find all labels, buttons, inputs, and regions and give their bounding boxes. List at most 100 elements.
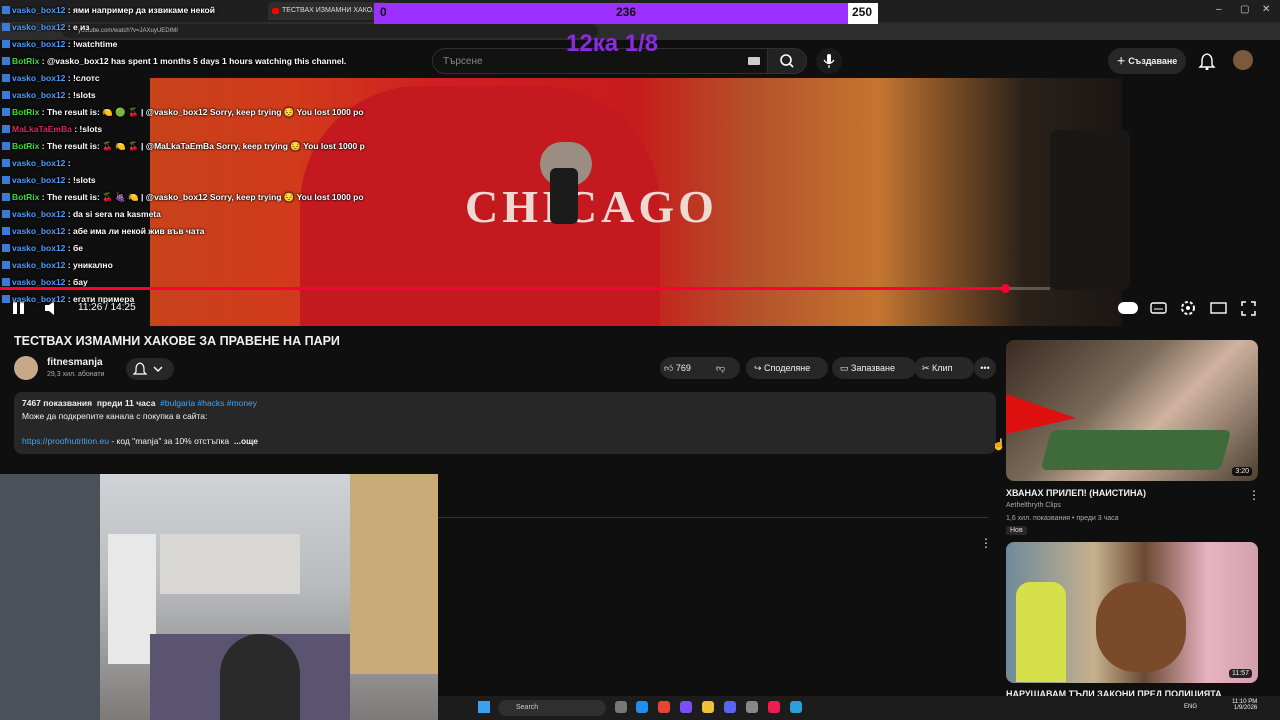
browser-tab-youtube[interactable]: ТЕСТВАХ ИЗМАМНИ ХАКО... bbox=[268, 2, 388, 20]
chat-username[interactable]: vasko_box12 bbox=[12, 158, 65, 168]
chat-badge-icon bbox=[2, 23, 10, 31]
video-duration: 11:57 bbox=[1229, 669, 1252, 678]
chat-username[interactable]: vasko_box12 bbox=[12, 226, 65, 236]
chat-username[interactable]: MaLkaTaEmBa bbox=[12, 124, 72, 134]
new-badge: Нов bbox=[1006, 526, 1027, 535]
chat-badge-icon bbox=[2, 142, 10, 150]
chat-message: vasko_box12 : !слотс bbox=[2, 72, 100, 84]
chat-separator: : bbox=[65, 226, 73, 236]
chat-username[interactable]: vasko_box12 bbox=[12, 175, 65, 185]
recommended-title[interactable]: ХВАНАХ ПРИЛЕП! (НАИСТИНА) bbox=[1006, 488, 1146, 498]
chat-username[interactable]: vasko_box12 bbox=[12, 22, 65, 32]
share-button[interactable]: ↪ Споделяне bbox=[746, 357, 828, 379]
chat-username[interactable]: vasko_box12 bbox=[12, 90, 65, 100]
chat-badge-icon bbox=[2, 91, 10, 99]
chat-username[interactable]: vasko_box12 bbox=[12, 277, 65, 287]
chat-username[interactable]: vasko_box12 bbox=[12, 209, 65, 219]
maximize-icon[interactable]: ▢ bbox=[1240, 4, 1249, 15]
subtitles-icon[interactable] bbox=[1150, 300, 1168, 316]
video-frame-chair bbox=[1050, 130, 1130, 290]
subscription-bell-button[interactable] bbox=[126, 358, 174, 380]
recommended-thumbnail[interactable]: 11:57 bbox=[1006, 542, 1258, 683]
chat-username[interactable]: vasko_box12 bbox=[12, 73, 65, 83]
chat-text: !slots bbox=[72, 175, 96, 185]
chat-username[interactable]: BotRix bbox=[12, 141, 39, 151]
chat-separator: : bbox=[39, 141, 47, 151]
task-view-icon[interactable] bbox=[615, 701, 627, 713]
chat-username[interactable]: BotRix bbox=[12, 192, 39, 202]
chat-separator: : bbox=[65, 5, 73, 15]
voice-search-button[interactable] bbox=[816, 48, 842, 74]
chat-username[interactable]: vasko_box12 bbox=[12, 260, 65, 270]
channel-name[interactable]: fitnesmanja bbox=[47, 357, 103, 368]
account-avatar[interactable] bbox=[1233, 50, 1253, 70]
settings-gear-icon[interactable] bbox=[1180, 300, 1198, 316]
chat-text: бау bbox=[72, 277, 88, 287]
bookmark-icon: ▭ bbox=[840, 363, 852, 373]
chat-username[interactable]: vasko_box12 bbox=[12, 5, 65, 15]
chat-username[interactable]: vasko_box12 bbox=[12, 39, 65, 49]
chat-badge-icon bbox=[2, 74, 10, 82]
chat-separator: : bbox=[65, 73, 73, 83]
chat-message: MaLkaTaEmBa : !slots bbox=[2, 123, 102, 135]
youtube-favicon-icon bbox=[272, 8, 279, 14]
hashtags[interactable]: #bulgaria #hacks #money bbox=[160, 398, 257, 408]
theater-mode-icon[interactable] bbox=[1210, 300, 1228, 316]
chat-text: ями например да извикаме некой bbox=[72, 5, 215, 15]
webcam-feed bbox=[0, 474, 438, 720]
chat-badge-icon bbox=[2, 227, 10, 235]
minimize-icon[interactable]: – bbox=[1216, 4, 1222, 15]
chat-username[interactable]: vasko_box12 bbox=[12, 294, 65, 304]
channel-avatar[interactable] bbox=[14, 356, 38, 380]
obs-icon[interactable] bbox=[746, 701, 758, 713]
notifications-bell-icon[interactable] bbox=[1198, 52, 1216, 70]
chat-separator: : bbox=[65, 294, 73, 304]
fullscreen-icon[interactable] bbox=[1240, 300, 1258, 316]
description-link-line: https://proofnutrition.eu - код "manja" … bbox=[22, 436, 258, 446]
chat-badge-icon bbox=[2, 244, 10, 252]
dislike-button[interactable]: 👎︎ bbox=[716, 360, 725, 376]
thumbs-up-icon: 👍︎ bbox=[664, 363, 676, 373]
like-button[interactable]: 👍︎ 769 bbox=[664, 360, 710, 376]
url-field[interactable]: youtube.com/watch?v=JAXuyUEDIMI bbox=[62, 24, 598, 38]
language-indicator[interactable]: ENG bbox=[1184, 704, 1197, 710]
clip-button[interactable]: ✂ Клип bbox=[914, 357, 974, 379]
chrome-icon[interactable] bbox=[658, 701, 670, 713]
chat-message: vasko_box12 : bbox=[2, 157, 71, 169]
edge-icon[interactable] bbox=[636, 701, 648, 713]
start-menu-icon[interactable] bbox=[478, 701, 490, 713]
recommended-thumbnail[interactable]: 3:20 bbox=[1006, 340, 1258, 481]
search-button[interactable] bbox=[767, 48, 807, 74]
discord-icon[interactable] bbox=[724, 701, 736, 713]
overlay-title: 12ка 1/8 bbox=[566, 30, 659, 57]
chat-username[interactable]: BotRix bbox=[12, 56, 39, 66]
create-button[interactable]: ＋ Създаване bbox=[1108, 48, 1186, 74]
chat-message: vasko_box12 : !slots bbox=[2, 89, 96, 101]
description-link[interactable]: https://proofnutrition.eu bbox=[22, 436, 109, 446]
thumbs-down-icon: 👎︎ bbox=[716, 363, 726, 373]
show-more-button[interactable]: ...още bbox=[234, 436, 258, 446]
chat-text: The result is: 🍒 🍋 🍒 | @MaLkaTaEmBa Sorr… bbox=[46, 141, 365, 151]
recommended-menu-icon[interactable]: ⋮ bbox=[1248, 488, 1260, 502]
recommended-channel[interactable]: Aethelthryth Clips bbox=[1006, 502, 1061, 509]
chat-separator: : bbox=[39, 192, 47, 202]
chat-message: vasko_box12 : егати примера bbox=[2, 293, 134, 305]
tiktok-icon[interactable] bbox=[768, 701, 780, 713]
file-explorer-icon[interactable] bbox=[702, 701, 714, 713]
comment-menu-icon[interactable]: ⋮ bbox=[980, 536, 992, 550]
save-button[interactable]: ▭ Запазване bbox=[832, 357, 916, 379]
more-actions-button[interactable]: ••• bbox=[974, 357, 996, 379]
clock[interactable]: 11:10 PM 1/9/2026 bbox=[1232, 699, 1257, 711]
create-label: Създаване bbox=[1128, 56, 1178, 66]
chat-username[interactable]: BotRix bbox=[12, 107, 39, 117]
app-icon[interactable] bbox=[790, 701, 802, 713]
taskbar-search[interactable]: Search bbox=[498, 700, 606, 716]
keyboard-icon[interactable] bbox=[748, 57, 760, 65]
chat-username[interactable]: vasko_box12 bbox=[12, 243, 65, 253]
progress-scrubber[interactable] bbox=[1001, 284, 1010, 293]
autoplay-toggle[interactable] bbox=[1118, 302, 1138, 314]
chat-badge-icon bbox=[2, 193, 10, 201]
close-icon[interactable]: ✕ bbox=[1262, 4, 1270, 15]
chat-message: BotRix : The result is: 🍒 🍋 🍒 | @MaLkaTa… bbox=[2, 140, 365, 152]
app-icon[interactable] bbox=[680, 701, 692, 713]
